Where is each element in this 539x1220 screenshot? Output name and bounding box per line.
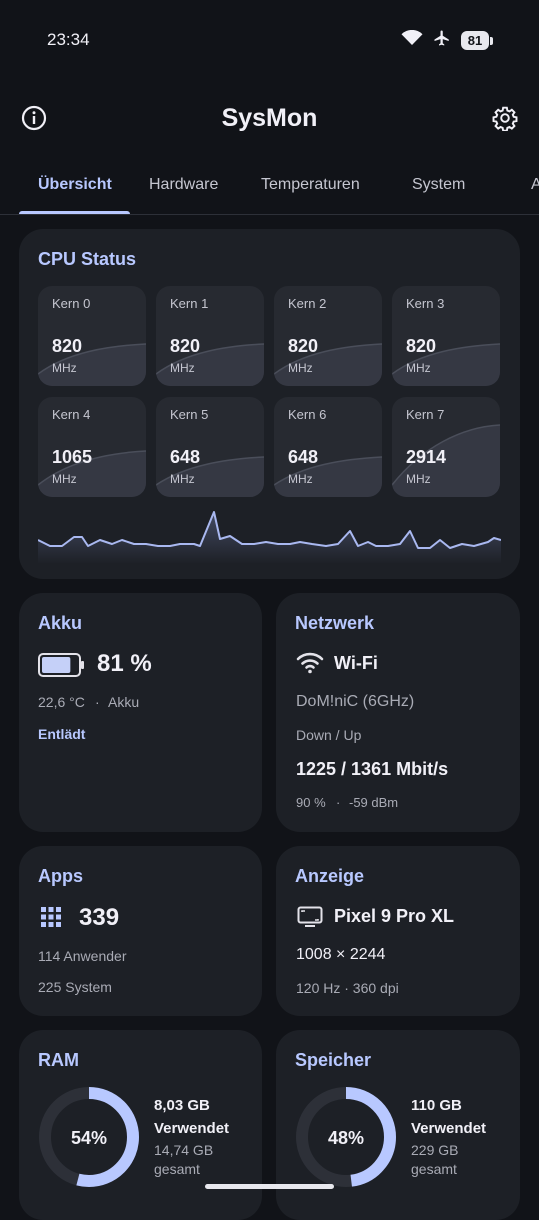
network-ssid: DoM!niC (6GHz) (296, 693, 415, 710)
ram-card[interactable]: RAM 54% 8,03 GB Verwendet 14,74 GB gesam… (19, 1030, 262, 1220)
airplane-icon (433, 29, 451, 52)
apps-count: 339 (79, 904, 120, 931)
core-frequency: 820 (288, 336, 319, 356)
status-icons: 81 (401, 29, 493, 52)
battery-state: Entlädt (38, 726, 86, 742)
ram-used: 8,03 GB (154, 1097, 210, 1114)
core-tile-3: Kern 3 820 MHz (392, 286, 500, 386)
wifi-icon (401, 29, 423, 51)
ram-total-label: gesamt (154, 1161, 200, 1177)
display-resolution: 1008 × 2244 (296, 946, 386, 963)
core-tile-0: Kern 0 820 MHz (38, 286, 146, 386)
storage-card[interactable]: Speicher 48% 110 GB Verwendet 229 GB ges… (276, 1030, 520, 1220)
ram-percent: 54% (70, 1128, 108, 1148)
cpu-status-title: CPU Status (38, 249, 137, 269)
tab-bar: Übersicht Hardware Temperaturen System A (0, 160, 539, 215)
battery-percent: 81 % (97, 650, 152, 677)
display-device: Pixel 9 Pro XL (334, 906, 455, 926)
ram-title: RAM (38, 1050, 79, 1070)
settings-button[interactable] (487, 102, 523, 138)
storage-percent: 48% (327, 1128, 365, 1148)
network-signal: -59 dBm (349, 795, 399, 810)
storage-used: 110 GB (411, 1097, 462, 1114)
network-type: Wi-Fi (334, 653, 378, 673)
battery-temperature: 22,6 °C (38, 694, 85, 710)
core-name: Kern 5 (170, 407, 209, 422)
storage-used-label: Verwendet (411, 1120, 487, 1137)
apps-grid-icon (41, 907, 61, 927)
battery-card[interactable]: Akku 81 % 22,6 °C · Akku Entlädt (19, 593, 262, 832)
battery-icon (38, 653, 84, 677)
cpu-load-graph (38, 511, 501, 564)
gear-icon (492, 105, 518, 136)
core-frequency: 820 (406, 336, 437, 356)
tab-uebersicht[interactable]: Übersicht (38, 176, 112, 194)
battery-source: Akku (108, 694, 140, 710)
core-name: Kern 2 (288, 296, 327, 311)
core-unit: MHz (406, 361, 431, 375)
battery-indicator: 81 (461, 31, 489, 50)
core-unit: MHz (170, 361, 195, 375)
core-frequency: 2914 (406, 447, 447, 467)
core-tile-5: Kern 5 648 MHz (156, 397, 264, 497)
core-tile-6: Kern 6 648 MHz (274, 397, 382, 497)
tab-temperaturen[interactable]: Temperaturen (261, 176, 360, 194)
core-frequency: 820 (52, 336, 83, 356)
core-name: Kern 1 (170, 296, 209, 311)
storage-total: 229 GB (411, 1142, 459, 1158)
apps-card[interactable]: Apps 339 114 Anwender 225 System (19, 846, 262, 1016)
core-name: Kern 0 (52, 296, 91, 311)
apps-system-count: 225 System (38, 979, 112, 995)
app-title: SysMon (221, 104, 318, 132)
app-bar: SysMon (0, 90, 539, 150)
network-speed-label: Down / Up (296, 727, 362, 743)
cpu-status-card[interactable]: CPU Status Kern 0 820 MHz Kern 1 820 MHz… (19, 229, 520, 579)
core-tile-1: Kern 1 820 MHz (156, 286, 264, 386)
tab-system[interactable]: System (412, 176, 465, 194)
core-name: Kern 6 (288, 407, 327, 422)
separator-dot: · (95, 694, 100, 710)
core-name: Kern 4 (52, 407, 91, 422)
display-title: Anzeige (295, 866, 365, 886)
core-tile-2: Kern 2 820 MHz (274, 286, 382, 386)
core-name: Kern 7 (406, 407, 445, 422)
network-quality: 90 % (296, 795, 326, 810)
network-card[interactable]: Netzwerk Wi-Fi DoM!niC (6GHz) Down / Up … (276, 593, 520, 832)
core-unit: MHz (288, 361, 313, 375)
status-bar: 23:34 81 (0, 0, 539, 80)
core-name: Kern 3 (406, 296, 445, 311)
network-speed: 1225 / 1361 Mbit/s (296, 759, 449, 779)
battery-title: Akku (38, 613, 83, 633)
core-unit: MHz (170, 472, 195, 486)
ram-total: 14,74 GB (154, 1142, 214, 1158)
core-unit: MHz (288, 472, 313, 486)
network-title: Netzwerk (295, 613, 375, 633)
core-unit: MHz (52, 472, 77, 486)
ram-used-label: Verwendet (154, 1120, 230, 1137)
core-frequency: 820 (170, 336, 201, 356)
display-details: 120 Hz · 360 dpi (296, 980, 399, 996)
status-time: 23:34 (47, 30, 90, 49)
separator-dot: · (336, 795, 341, 810)
core-frequency: 648 (170, 447, 201, 467)
core-frequency: 1065 (52, 447, 93, 467)
storage-title: Speicher (295, 1050, 372, 1070)
display-card[interactable]: Anzeige Pixel 9 Pro XL 1008 × 2244 120 H… (276, 846, 520, 1016)
battery-tip (490, 36, 493, 45)
core-tile-7: Kern 7 2914 MHz (392, 397, 500, 497)
core-frequency: 648 (288, 447, 319, 467)
wifi-icon (296, 652, 324, 674)
apps-title: Apps (38, 866, 83, 886)
tab-indicator (19, 211, 130, 214)
core-unit: MHz (52, 361, 77, 375)
tab-overflow[interactable]: A (531, 176, 539, 194)
home-indicator[interactable] (205, 1184, 334, 1189)
core-unit: MHz (406, 472, 431, 486)
core-tile-4: Kern 4 1065 MHz (38, 397, 146, 497)
apps-user-count: 114 Anwender (38, 948, 127, 964)
storage-total-label: gesamt (411, 1161, 457, 1177)
tab-hardware[interactable]: Hardware (149, 176, 218, 194)
display-icon (297, 906, 323, 927)
